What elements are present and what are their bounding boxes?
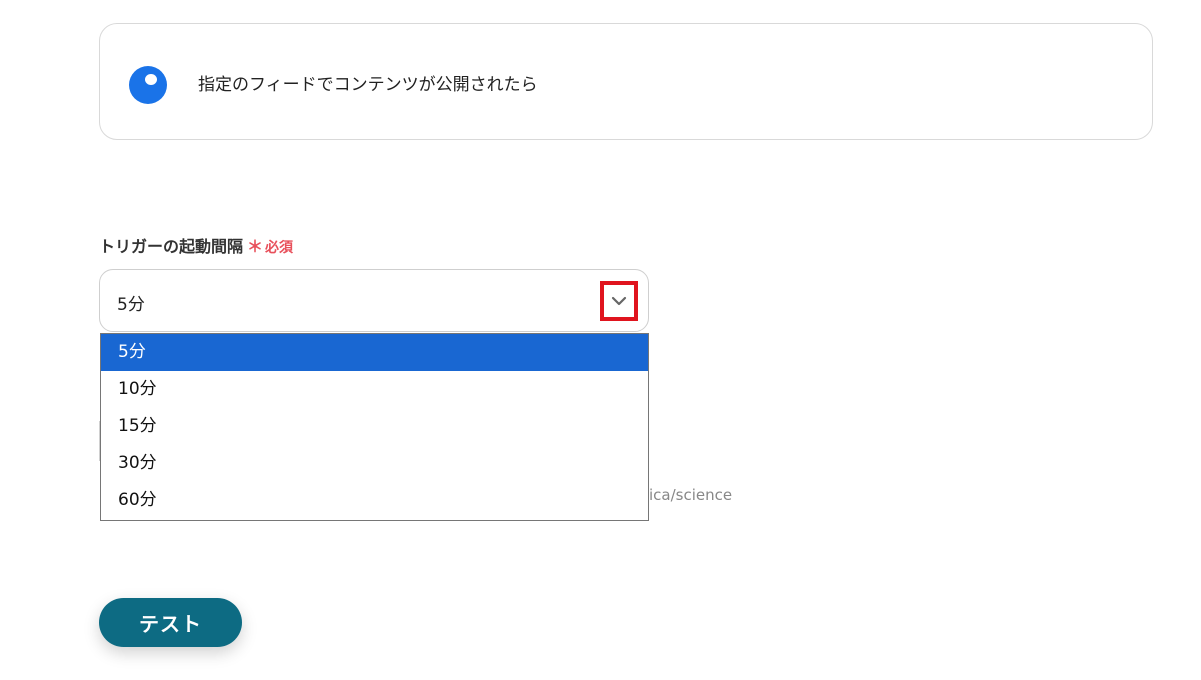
interval-select-value: 5分 — [117, 295, 145, 315]
required-asterisk: ＊ — [247, 237, 264, 256]
interval-option[interactable]: 30分 — [101, 445, 648, 482]
interval-option[interactable]: 5分 — [101, 334, 648, 371]
app-logo-icon — [129, 66, 167, 104]
chevron-down-icon — [611, 296, 627, 306]
partially-hidden-hint: ica/science — [649, 486, 733, 504]
interval-label-text: トリガーの起動間隔 — [99, 237, 244, 256]
interval-option[interactable]: 60分 — [101, 482, 648, 519]
required-text: 必須 — [265, 240, 294, 256]
interval-select[interactable]: 5分 — [99, 269, 649, 332]
interval-option[interactable]: 10分 — [101, 371, 648, 408]
page: 指定のフィードでコンテンツが公開されたら トリガーの起動間隔＊必須 ica/sc… — [0, 0, 1201, 680]
dropdown-toggle-button[interactable] — [600, 281, 638, 321]
app-logo-eye — [145, 74, 157, 85]
interval-field-label: トリガーの起動間隔＊必須 — [99, 233, 293, 257]
test-button[interactable]: テスト — [99, 598, 242, 647]
trigger-title: 指定のフィードでコンテンツが公開されたら — [198, 75, 538, 95]
interval-option[interactable]: 15分 — [101, 408, 648, 445]
interval-options-list: 5分 10分 15分 30分 60分 — [100, 333, 649, 521]
trigger-card[interactable]: 指定のフィードでコンテンツが公開されたら — [99, 23, 1153, 140]
